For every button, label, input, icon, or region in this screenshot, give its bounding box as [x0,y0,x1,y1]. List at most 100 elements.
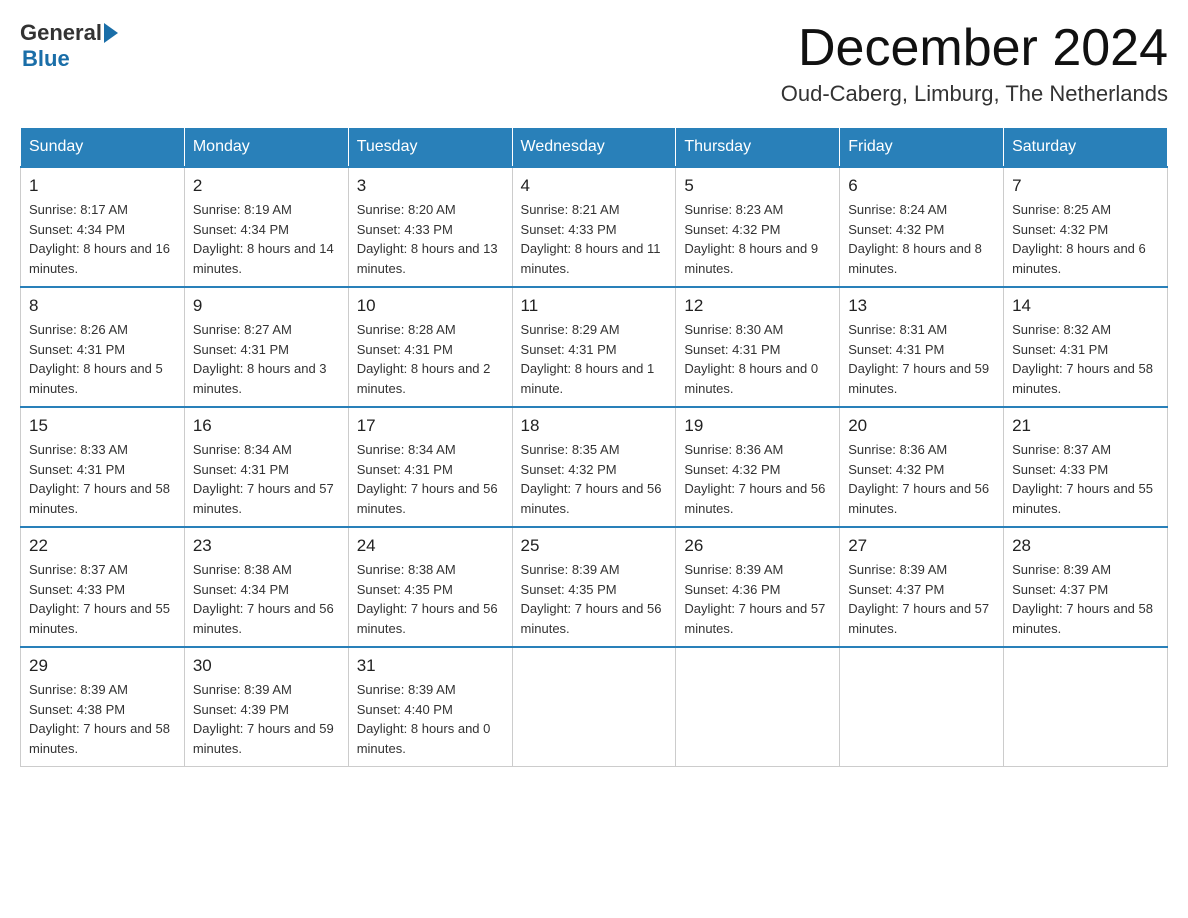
logo-arrow-icon [104,23,118,43]
day-number: 3 [357,176,504,196]
calendar-cell: 29 Sunrise: 8:39 AM Sunset: 4:38 PM Dayl… [21,647,185,767]
week-row-2: 8 Sunrise: 8:26 AM Sunset: 4:31 PM Dayli… [21,287,1168,407]
calendar-cell: 31 Sunrise: 8:39 AM Sunset: 4:40 PM Dayl… [348,647,512,767]
day-info: Sunrise: 8:21 AM Sunset: 4:33 PM Dayligh… [521,200,668,278]
day-number: 18 [521,416,668,436]
day-number: 12 [684,296,831,316]
day-number: 24 [357,536,504,556]
day-info: Sunrise: 8:29 AM Sunset: 4:31 PM Dayligh… [521,320,668,398]
day-info: Sunrise: 8:38 AM Sunset: 4:34 PM Dayligh… [193,560,340,638]
calendar-cell: 11 Sunrise: 8:29 AM Sunset: 4:31 PM Dayl… [512,287,676,407]
day-number: 27 [848,536,995,556]
day-number: 29 [29,656,176,676]
day-number: 31 [357,656,504,676]
day-info: Sunrise: 8:34 AM Sunset: 4:31 PM Dayligh… [357,440,504,518]
day-number: 8 [29,296,176,316]
day-info: Sunrise: 8:39 AM Sunset: 4:38 PM Dayligh… [29,680,176,758]
logo: General Blue [20,20,118,72]
title-block: December 2024 Oud-Caberg, Limburg, The N… [781,20,1168,107]
calendar-cell: 28 Sunrise: 8:39 AM Sunset: 4:37 PM Dayl… [1004,527,1168,647]
calendar-cell: 8 Sunrise: 8:26 AM Sunset: 4:31 PM Dayli… [21,287,185,407]
day-info: Sunrise: 8:39 AM Sunset: 4:37 PM Dayligh… [848,560,995,638]
day-info: Sunrise: 8:27 AM Sunset: 4:31 PM Dayligh… [193,320,340,398]
calendar-cell: 21 Sunrise: 8:37 AM Sunset: 4:33 PM Dayl… [1004,407,1168,527]
day-number: 30 [193,656,340,676]
day-number: 15 [29,416,176,436]
calendar-cell: 4 Sunrise: 8:21 AM Sunset: 4:33 PM Dayli… [512,167,676,287]
weekday-header-monday: Monday [184,128,348,168]
day-info: Sunrise: 8:28 AM Sunset: 4:31 PM Dayligh… [357,320,504,398]
day-number: 7 [1012,176,1159,196]
day-number: 28 [1012,536,1159,556]
week-row-1: 1 Sunrise: 8:17 AM Sunset: 4:34 PM Dayli… [21,167,1168,287]
day-info: Sunrise: 8:35 AM Sunset: 4:32 PM Dayligh… [521,440,668,518]
day-info: Sunrise: 8:39 AM Sunset: 4:37 PM Dayligh… [1012,560,1159,638]
day-info: Sunrise: 8:32 AM Sunset: 4:31 PM Dayligh… [1012,320,1159,398]
day-info: Sunrise: 8:37 AM Sunset: 4:33 PM Dayligh… [1012,440,1159,518]
calendar-cell: 26 Sunrise: 8:39 AM Sunset: 4:36 PM Dayl… [676,527,840,647]
day-info: Sunrise: 8:39 AM Sunset: 4:35 PM Dayligh… [521,560,668,638]
week-row-3: 15 Sunrise: 8:33 AM Sunset: 4:31 PM Dayl… [21,407,1168,527]
calendar-cell: 7 Sunrise: 8:25 AM Sunset: 4:32 PM Dayli… [1004,167,1168,287]
calendar-cell: 14 Sunrise: 8:32 AM Sunset: 4:31 PM Dayl… [1004,287,1168,407]
calendar-cell: 10 Sunrise: 8:28 AM Sunset: 4:31 PM Dayl… [348,287,512,407]
day-info: Sunrise: 8:39 AM Sunset: 4:36 PM Dayligh… [684,560,831,638]
calendar-cell: 17 Sunrise: 8:34 AM Sunset: 4:31 PM Dayl… [348,407,512,527]
calendar-cell [1004,647,1168,767]
day-info: Sunrise: 8:36 AM Sunset: 4:32 PM Dayligh… [684,440,831,518]
weekday-header-saturday: Saturday [1004,128,1168,168]
day-number: 2 [193,176,340,196]
calendar-cell: 2 Sunrise: 8:19 AM Sunset: 4:34 PM Dayli… [184,167,348,287]
day-info: Sunrise: 8:38 AM Sunset: 4:35 PM Dayligh… [357,560,504,638]
day-number: 25 [521,536,668,556]
page-header: General Blue December 2024 Oud-Caberg, L… [20,20,1168,107]
calendar-cell: 3 Sunrise: 8:20 AM Sunset: 4:33 PM Dayli… [348,167,512,287]
calendar-table: SundayMondayTuesdayWednesdayThursdayFrid… [20,127,1168,767]
weekday-header-sunday: Sunday [21,128,185,168]
calendar-cell: 15 Sunrise: 8:33 AM Sunset: 4:31 PM Dayl… [21,407,185,527]
day-number: 21 [1012,416,1159,436]
day-info: Sunrise: 8:39 AM Sunset: 4:40 PM Dayligh… [357,680,504,758]
calendar-cell: 5 Sunrise: 8:23 AM Sunset: 4:32 PM Dayli… [676,167,840,287]
calendar-cell: 9 Sunrise: 8:27 AM Sunset: 4:31 PM Dayli… [184,287,348,407]
day-number: 10 [357,296,504,316]
calendar-cell: 30 Sunrise: 8:39 AM Sunset: 4:39 PM Dayl… [184,647,348,767]
weekday-header-wednesday: Wednesday [512,128,676,168]
day-number: 1 [29,176,176,196]
day-number: 23 [193,536,340,556]
day-info: Sunrise: 8:30 AM Sunset: 4:31 PM Dayligh… [684,320,831,398]
calendar-cell [840,647,1004,767]
day-number: 5 [684,176,831,196]
calendar-cell: 27 Sunrise: 8:39 AM Sunset: 4:37 PM Dayl… [840,527,1004,647]
day-info: Sunrise: 8:37 AM Sunset: 4:33 PM Dayligh… [29,560,176,638]
calendar-cell: 19 Sunrise: 8:36 AM Sunset: 4:32 PM Dayl… [676,407,840,527]
logo-blue-text: Blue [22,46,118,72]
day-number: 14 [1012,296,1159,316]
week-row-5: 29 Sunrise: 8:39 AM Sunset: 4:38 PM Dayl… [21,647,1168,767]
day-info: Sunrise: 8:24 AM Sunset: 4:32 PM Dayligh… [848,200,995,278]
calendar-cell: 6 Sunrise: 8:24 AM Sunset: 4:32 PM Dayli… [840,167,1004,287]
weekday-header-tuesday: Tuesday [348,128,512,168]
day-info: Sunrise: 8:34 AM Sunset: 4:31 PM Dayligh… [193,440,340,518]
calendar-cell: 13 Sunrise: 8:31 AM Sunset: 4:31 PM Dayl… [840,287,1004,407]
day-number: 19 [684,416,831,436]
weekday-header-thursday: Thursday [676,128,840,168]
weekday-header-friday: Friday [840,128,1004,168]
day-number: 26 [684,536,831,556]
day-info: Sunrise: 8:39 AM Sunset: 4:39 PM Dayligh… [193,680,340,758]
day-number: 16 [193,416,340,436]
day-number: 22 [29,536,176,556]
location-title: Oud-Caberg, Limburg, The Netherlands [781,81,1168,107]
calendar-cell: 18 Sunrise: 8:35 AM Sunset: 4:32 PM Dayl… [512,407,676,527]
calendar-cell: 1 Sunrise: 8:17 AM Sunset: 4:34 PM Dayli… [21,167,185,287]
day-info: Sunrise: 8:23 AM Sunset: 4:32 PM Dayligh… [684,200,831,278]
day-number: 17 [357,416,504,436]
day-info: Sunrise: 8:25 AM Sunset: 4:32 PM Dayligh… [1012,200,1159,278]
day-number: 13 [848,296,995,316]
logo-general-text: General [20,20,102,46]
calendar-cell [512,647,676,767]
calendar-cell: 25 Sunrise: 8:39 AM Sunset: 4:35 PM Dayl… [512,527,676,647]
weekday-header-row: SundayMondayTuesdayWednesdayThursdayFrid… [21,128,1168,168]
day-number: 20 [848,416,995,436]
day-number: 4 [521,176,668,196]
